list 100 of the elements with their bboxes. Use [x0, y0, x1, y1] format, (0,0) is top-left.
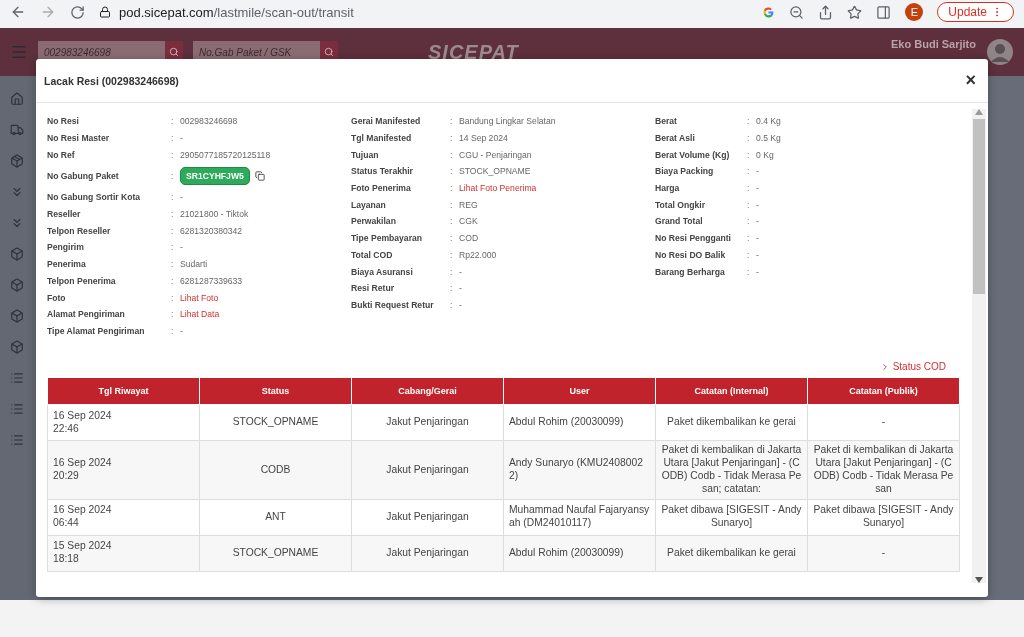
field-label: No Resi Master [47, 133, 111, 144]
table-cell: CODB [199, 440, 352, 500]
field-value: 21021800 - Tiktok [180, 209, 249, 220]
colon: : [747, 249, 751, 260]
google-icon[interactable] [762, 5, 776, 19]
search-icon[interactable] [169, 47, 179, 57]
table-cell: Paket dikembalikan ke gerai [655, 404, 808, 441]
column-header: Status [199, 377, 352, 405]
table-cell: STOCK_OPNAME [199, 535, 352, 572]
table-cell: Paket dikembalikan ke gerai [655, 535, 808, 572]
field-label: Foto [47, 292, 67, 303]
list-icon[interactable] [10, 371, 24, 385]
colon: : [450, 249, 454, 260]
table-cell: Jakut Penjaringan [351, 499, 504, 536]
field-value: 2905077185720125118 [180, 149, 271, 160]
menu-icon[interactable] [10, 43, 28, 61]
package-group-badge: SR1CYHFJW5 [180, 167, 250, 186]
colon: : [171, 192, 175, 203]
box-icon[interactable] [10, 247, 24, 261]
colon: : [450, 233, 454, 244]
field-label: Grand Total [655, 216, 704, 227]
table-cell: Paket di kembalikan di Jakarta Utara [Jakut Penjaringan] - (CODB) Codb - Tidak Merasa Pesan; catatan: [655, 440, 808, 500]
copy-icon[interactable] [254, 171, 265, 182]
colon: : [747, 216, 751, 227]
field-label: Berat Volume (Kg) [655, 149, 731, 160]
colon: : [171, 259, 175, 270]
field-label: Total COD [351, 249, 394, 260]
table-cell: 16 Sep 2024 06:44 [47, 499, 200, 536]
package-icon[interactable] [10, 154, 24, 168]
colon: : [450, 266, 454, 277]
lock-icon [99, 6, 111, 18]
table-cell: Jakut Penjaringan [351, 404, 504, 441]
colon: : [450, 133, 454, 144]
colon: : [747, 149, 751, 160]
field-value: 002983246698 [180, 116, 238, 127]
list-icon[interactable] [10, 402, 24, 416]
list-icon[interactable] [10, 433, 24, 447]
field-label: Foto Penerima [351, 183, 412, 194]
field-value: - [756, 233, 759, 244]
field-label: Alamat Pengiriman [47, 309, 126, 320]
close-button[interactable]: × [961, 70, 980, 91]
column-header: Catatan (Publik) [807, 377, 960, 405]
colon: : [450, 116, 454, 127]
field-value: - [756, 249, 759, 260]
colon: : [171, 209, 175, 220]
scrollbar[interactable] [972, 109, 986, 583]
logo: SICEPAT [428, 40, 519, 64]
field-label: Harga [655, 183, 681, 194]
field-label: Perwakilan [351, 216, 397, 227]
field-value: - [180, 192, 183, 203]
truck-icon[interactable] [10, 123, 24, 137]
table-cell: Andy Sunaryo (KMU24080022) [503, 440, 656, 500]
field-label: Telpon Penerima [47, 275, 117, 286]
home-icon[interactable] [10, 92, 24, 106]
star-icon[interactable] [847, 4, 863, 20]
value-link[interactable]: Lihat Foto [180, 292, 219, 303]
box-icon[interactable] [10, 278, 24, 292]
side-panel-icon[interactable] [876, 4, 892, 20]
field-label: Tgl Manifested [351, 133, 413, 144]
status-cod-link[interactable]: Status COD [879, 361, 946, 373]
field-label: Resi Retur [351, 283, 395, 294]
field-value: 6281287339633 [180, 275, 243, 286]
chevrons-icon[interactable] [10, 185, 24, 199]
search-icon[interactable] [324, 47, 334, 57]
table-cell: - [807, 404, 960, 441]
back-icon[interactable] [10, 4, 26, 20]
field-value: - [180, 325, 183, 336]
value-link[interactable]: Lihat Foto Penerima [459, 183, 537, 194]
colon: : [450, 299, 454, 310]
box-icon[interactable] [10, 309, 24, 323]
colon: : [171, 149, 175, 160]
share-icon[interactable] [818, 4, 834, 20]
reload-icon[interactable] [70, 4, 85, 20]
value-link[interactable]: Lihat Data [180, 309, 220, 320]
field-label: Gerai Manifested [351, 116, 422, 127]
field-label: Layanan [351, 199, 387, 210]
url-text[interactable]: pod.sicepat.com/lastmile/scan-out/transit [119, 4, 354, 20]
field-value: CGK [459, 216, 478, 227]
scroll-up-icon[interactable] [975, 109, 983, 115]
field-value: COD [459, 233, 479, 244]
table-cell: - [807, 535, 960, 572]
field-label: No Gabung Paket [47, 171, 120, 182]
field-value: STOCK_OPNAME [459, 166, 531, 177]
colon: : [171, 171, 175, 182]
zoom-icon[interactable] [789, 4, 805, 20]
colon: : [171, 116, 175, 127]
box-icon[interactable] [10, 340, 24, 354]
colon: : [171, 225, 175, 236]
column-header: Tgl Riwayat [47, 377, 200, 405]
table-cell: Abdul Rohim (20030099) [503, 535, 656, 572]
field-value: - [459, 266, 462, 277]
scroll-down-icon[interactable] [975, 577, 983, 583]
forward-icon[interactable] [40, 4, 56, 20]
update-button[interactable]: Update [937, 2, 1014, 22]
field-label: Biaya Packing [655, 166, 715, 177]
profile-avatar[interactable]: E [905, 3, 924, 21]
field-value: Bandung Lingkar Selatan [459, 116, 556, 127]
field-value: Sudarti [180, 259, 208, 270]
field-label: No Resi Pengganti [655, 233, 732, 244]
chevrons-icon[interactable] [10, 216, 24, 230]
